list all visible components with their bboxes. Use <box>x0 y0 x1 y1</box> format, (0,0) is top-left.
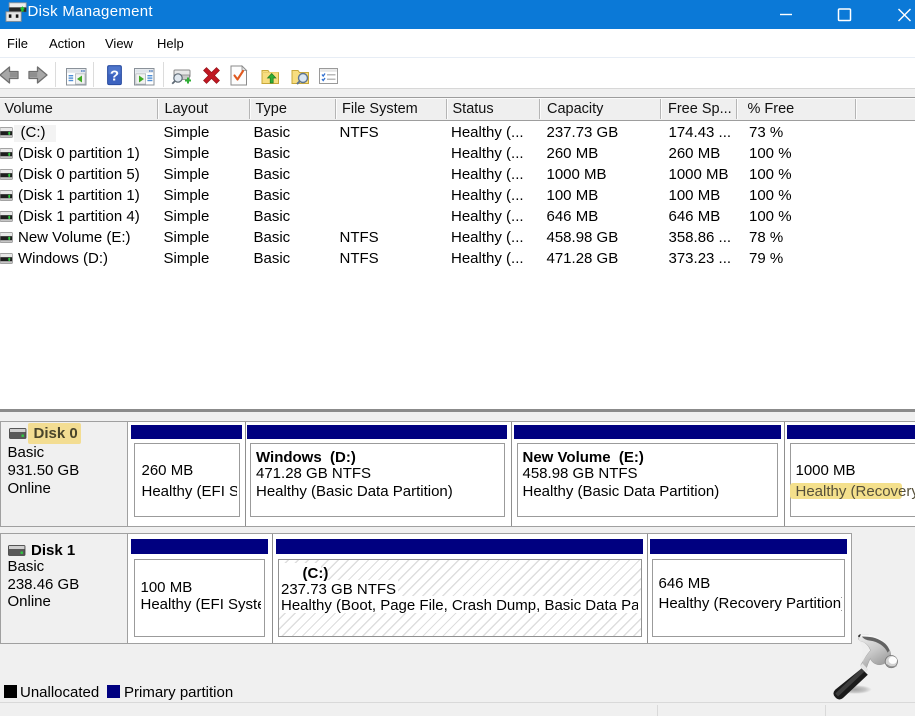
svg-text:?: ? <box>109 67 118 84</box>
